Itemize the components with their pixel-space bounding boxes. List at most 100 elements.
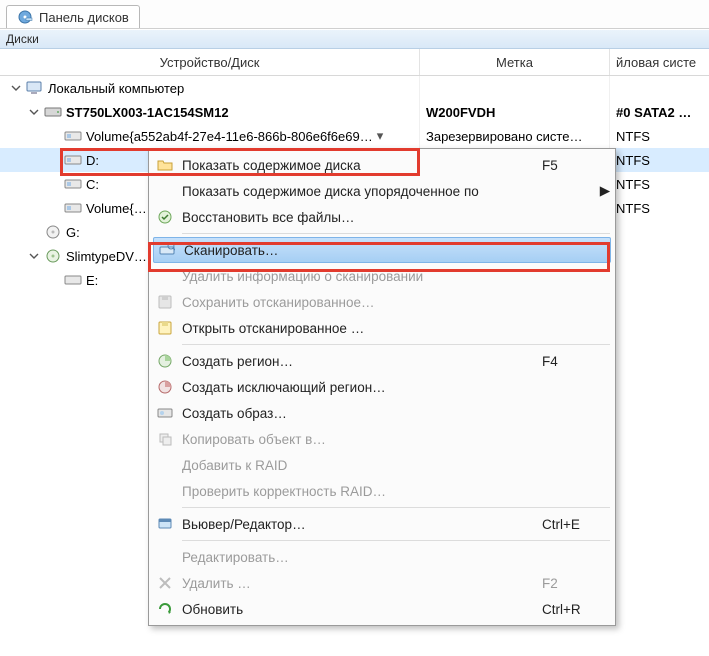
- menu-label: Вьювер/Редактор…: [178, 517, 542, 532]
- menu-shortcut: Ctrl+E: [542, 517, 612, 532]
- delete-icon: [152, 575, 178, 591]
- cell-fs: #0 SATA2 …: [616, 105, 691, 120]
- menu-label: Показать содержимое диска: [178, 158, 542, 173]
- volume-icon: [64, 201, 82, 215]
- refresh-icon: [152, 601, 178, 617]
- open-disk-icon: [152, 320, 178, 336]
- expander-icon[interactable]: [28, 106, 40, 118]
- menu-label: Добавить к RAID: [178, 458, 542, 473]
- menu-label: Редактировать…: [178, 550, 542, 565]
- cell-fs: NTFS: [616, 129, 650, 144]
- tree-node-label: Локальный компьютер: [48, 81, 184, 96]
- volume-icon: [64, 177, 82, 191]
- menu-item-delete: Удалить … F2: [152, 570, 612, 596]
- menu-separator: [182, 507, 610, 508]
- cell-label: Зарезервировано систе…: [426, 129, 582, 144]
- menu-shortcut: Ctrl+R: [542, 602, 612, 617]
- cell-fs: NTFS: [616, 177, 650, 192]
- menu-label: Сканировать…: [180, 243, 540, 258]
- cell-fs: NTFS: [616, 153, 650, 168]
- column-filesystem[interactable]: йловая систе: [610, 49, 709, 75]
- menu-label: Копировать объект в…: [178, 432, 542, 447]
- tree-node-label: E:: [86, 273, 98, 288]
- menu-item-recover-all-files[interactable]: Восстановить все файлы…: [152, 204, 612, 230]
- menu-item-create-excluding-region[interactable]: Создать исключающий регион…: [152, 374, 612, 400]
- volume-icon: [64, 153, 82, 167]
- cell-fs: NTFS: [616, 201, 650, 216]
- tree-node-label: Volume{…: [86, 201, 147, 216]
- expander-icon[interactable]: [10, 82, 22, 94]
- menu-item-viewer-editor[interactable]: Вьювер/Редактор… Ctrl+E: [152, 511, 612, 537]
- menu-label: Создать исключающий регион…: [178, 380, 542, 395]
- menu-item-delete-scan-info: Удалить информацию о сканировании: [152, 263, 612, 289]
- folder-open-icon: [152, 157, 178, 173]
- menu-item-copy-object: Копировать объект в…: [152, 426, 612, 452]
- tree-row-local-computer[interactable]: Локальный компьютер: [0, 76, 709, 100]
- menu-separator: [182, 344, 610, 345]
- tree-node-label: G:: [66, 225, 80, 240]
- copy-icon: [152, 431, 178, 447]
- image-icon: [152, 405, 178, 421]
- expander-placeholder: [28, 226, 40, 238]
- menu-item-edit: Редактировать…: [152, 544, 612, 570]
- tree-row-volume-reserved[interactable]: Volume{a552ab4f-27e4-11e6-866b-806e6f6e6…: [0, 124, 709, 148]
- menu-item-refresh[interactable]: Обновить Ctrl+R: [152, 596, 612, 622]
- menu-label: Сохранить отсканированное…: [178, 295, 542, 310]
- menu-item-open-scanned[interactable]: Открыть отсканированное …: [152, 315, 612, 341]
- cell-label: W200FVDH: [426, 105, 495, 120]
- disk-tree: Локальный компьютер ST750LX003-1AC154SM1…: [0, 76, 709, 292]
- optical-disk-icon: [44, 225, 62, 239]
- submenu-arrow-icon: ▶: [598, 183, 612, 199]
- menu-label: Открыть отсканированное …: [178, 321, 542, 336]
- menu-item-save-scanned: Сохранить отсканированное…: [152, 289, 612, 315]
- volume-icon: [64, 129, 82, 143]
- tree-node-label: Volume{a552ab4f-27e4-11e6-866b-806e6f6e6…: [86, 129, 373, 144]
- subheader-disks: Диски: [0, 29, 709, 49]
- menu-item-scan[interactable]: Сканировать…: [153, 237, 611, 263]
- menu-item-create-region[interactable]: Создать регион… F4: [152, 348, 612, 374]
- context-menu: Показать содержимое диска F5 Показать со…: [148, 148, 616, 626]
- subheader-label: Диски: [6, 32, 39, 46]
- chevron-down-icon: ▾: [377, 128, 384, 144]
- column-device[interactable]: Устройство/Диск: [0, 49, 420, 75]
- menu-item-show-disk-contents[interactable]: Показать содержимое диска F5: [152, 152, 612, 178]
- viewer-icon: [152, 516, 178, 532]
- scan-icon: [154, 242, 180, 258]
- disk-icon: [64, 273, 82, 287]
- menu-item-check-raid: Проверить корректность RAID…: [152, 478, 612, 504]
- menu-label: Удалить …: [178, 576, 542, 591]
- tab-disks-panel[interactable]: Панель дисков: [6, 5, 140, 28]
- computer-icon: [26, 81, 44, 95]
- menu-separator: [182, 540, 610, 541]
- tab-label: Панель дисков: [39, 10, 129, 25]
- recover-icon: [152, 209, 178, 225]
- menu-label: Создать образ…: [178, 406, 542, 421]
- expander-icon[interactable]: [28, 250, 40, 262]
- tree-node-label: SlimtypeDV…: [66, 249, 147, 264]
- save-disk-icon: [152, 294, 178, 310]
- column-headers: Устройство/Диск Метка йловая систе: [0, 49, 709, 76]
- tab-strip: Панель дисков: [0, 0, 709, 29]
- menu-label: Обновить: [178, 602, 542, 617]
- menu-label: Создать регион…: [178, 354, 542, 369]
- column-label[interactable]: Метка: [420, 49, 610, 75]
- region-icon: [152, 353, 178, 369]
- tree-node-label: ST750LX003-1AC154SM12: [66, 105, 229, 120]
- optical-drive-icon: [44, 249, 62, 263]
- menu-shortcut: F5: [542, 158, 612, 173]
- disks-panel-icon: [17, 9, 33, 25]
- tree-row-disk-st750[interactable]: ST750LX003-1AC154SM12 W200FVDH #0 SATA2 …: [0, 100, 709, 124]
- menu-shortcut: F4: [542, 354, 612, 369]
- hard-disk-icon: [44, 105, 62, 119]
- menu-label: Проверить корректность RAID…: [178, 484, 542, 499]
- menu-separator: [182, 233, 610, 234]
- menu-item-show-disk-contents-ordered[interactable]: Показать содержимое диска упорядоченное …: [152, 178, 612, 204]
- tree-node-label: C:: [86, 177, 99, 192]
- tree-node-label: D:: [86, 153, 99, 168]
- region-excl-icon: [152, 379, 178, 395]
- menu-label: Показать содержимое диска упорядоченное …: [178, 184, 598, 199]
- menu-shortcut: F2: [542, 576, 612, 591]
- menu-label: Восстановить все файлы…: [178, 210, 542, 225]
- menu-item-create-image[interactable]: Создать образ…: [152, 400, 612, 426]
- menu-item-add-to-raid: Добавить к RAID: [152, 452, 612, 478]
